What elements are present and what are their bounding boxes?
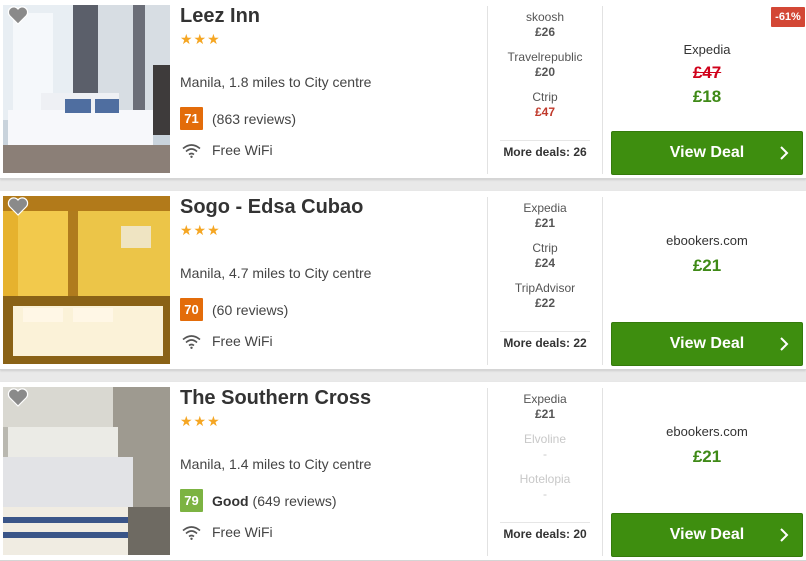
star-rating: ★★★ xyxy=(180,32,221,48)
more-deals-link[interactable]: More deals: 26 xyxy=(495,145,595,159)
score-badge: 71 xyxy=(180,107,203,130)
deal-item: Hotelopia - xyxy=(495,472,595,512)
amenity-row: Free WiFi xyxy=(182,524,273,540)
deal-provider: TripAdvisor xyxy=(514,281,576,295)
deal-price: £20 xyxy=(534,65,556,79)
hotel-card: Leez Inn ★★★ Manila, 1.8 miles to City c… xyxy=(0,0,806,179)
deals-list: Expedia £21 Ctrip £24 TripAdvisor £22 xyxy=(495,201,595,321)
best-price: £21 xyxy=(692,447,722,466)
deal-provider: Hotelopia xyxy=(519,472,571,486)
deal-price: £47 xyxy=(534,105,556,119)
deal-item[interactable]: Expedia £21 xyxy=(495,392,595,432)
deal-provider: Ctrip xyxy=(532,90,558,104)
heart-icon[interactable] xyxy=(7,196,29,216)
old-price: £47 xyxy=(692,63,722,82)
hotel-photo[interactable] xyxy=(3,387,170,555)
star-rating: ★★★ xyxy=(180,414,221,430)
view-deal-button[interactable]: View Deal xyxy=(611,322,803,366)
deal-item[interactable]: Ctrip £24 xyxy=(495,241,595,281)
deal-price: - xyxy=(543,487,547,501)
amenity-row: Free WiFi xyxy=(182,333,273,349)
rating-row: 70 (60 reviews) xyxy=(180,298,288,321)
deal-item[interactable]: Expedia £21 xyxy=(495,201,595,241)
amenity-label: Free WiFi xyxy=(212,333,273,349)
hotel-name[interactable]: Sogo - Edsa Cubao xyxy=(180,196,363,219)
hotel-card: The Southern Cross ★★★ Manila, 1.4 miles… xyxy=(0,382,806,561)
hotel-location: Manila, 1.4 miles to City centre xyxy=(180,456,372,472)
score-badge: 79 xyxy=(180,489,203,512)
chevron-right-icon xyxy=(780,528,789,542)
chevron-right-icon xyxy=(780,337,789,351)
heart-icon[interactable] xyxy=(7,387,29,407)
deal-provider: Expedia xyxy=(523,201,567,215)
deal-price: - xyxy=(543,447,547,461)
deal-item[interactable]: Ctrip £47 xyxy=(495,90,595,130)
wifi-icon xyxy=(182,334,201,349)
amenity-label: Free WiFi xyxy=(212,524,273,540)
heart-icon[interactable] xyxy=(7,5,29,25)
best-deal: ebookers.com £21 xyxy=(611,424,803,467)
deal-item: Elvoline - xyxy=(495,432,595,472)
deal-provider: skoosh xyxy=(525,10,565,24)
hotel-card: Sogo - Edsa Cubao ★★★ Manila, 4.7 miles … xyxy=(0,191,806,370)
divider xyxy=(487,388,488,556)
wifi-icon xyxy=(182,143,201,158)
score-label: Good xyxy=(212,492,249,509)
best-price: £21 xyxy=(692,256,722,275)
view-deal-button[interactable]: View Deal xyxy=(611,513,803,557)
review-count[interactable]: (649 reviews) xyxy=(253,493,337,509)
wifi-icon xyxy=(182,525,201,540)
amenity-row: Free WiFi xyxy=(182,142,273,158)
best-deal: ebookers.com £21 xyxy=(611,233,803,276)
deal-provider: Ctrip xyxy=(532,241,558,255)
best-deal: Expedia £47 £18 xyxy=(611,42,803,107)
hotel-photo[interactable] xyxy=(3,5,170,173)
deal-item[interactable]: Travelrepublic £20 xyxy=(495,50,595,90)
hotel-photo[interactable] xyxy=(3,196,170,364)
review-count[interactable]: (60 reviews) xyxy=(212,302,288,318)
view-deal-button[interactable]: View Deal xyxy=(611,131,803,175)
divider xyxy=(602,388,603,556)
deal-provider: Expedia xyxy=(523,392,567,406)
view-deal-label: View Deal xyxy=(669,526,745,543)
discount-badge: -61% xyxy=(771,7,805,27)
deal-provider: Elvoline xyxy=(523,432,567,446)
deal-price: £22 xyxy=(534,296,556,310)
deals-list: skoosh £26 Travelrepublic £20 Ctrip £47 xyxy=(495,10,595,130)
divider xyxy=(500,522,590,523)
divider xyxy=(487,197,488,365)
best-deal-provider: Expedia xyxy=(683,42,731,57)
more-deals-link[interactable]: More deals: 22 xyxy=(495,336,595,350)
rating-row: 71 (863 reviews) xyxy=(180,107,296,130)
view-deal-label: View Deal xyxy=(669,335,745,352)
divider xyxy=(500,331,590,332)
divider xyxy=(500,140,590,141)
deal-item[interactable]: skoosh £26 xyxy=(495,10,595,50)
deals-list: Expedia £21 Elvoline - Hotelopia - xyxy=(495,392,595,512)
best-deal-provider: ebookers.com xyxy=(666,233,748,248)
divider xyxy=(602,6,603,174)
hotel-location: Manila, 4.7 miles to City centre xyxy=(180,265,372,281)
more-deals-link[interactable]: More deals: 20 xyxy=(495,527,595,541)
rating-row: 79 Good (649 reviews) xyxy=(180,489,337,512)
deal-item[interactable]: TripAdvisor £22 xyxy=(495,281,595,321)
hotel-name[interactable]: The Southern Cross xyxy=(180,387,371,410)
review-count[interactable]: (863 reviews) xyxy=(212,111,296,127)
deal-price: £24 xyxy=(534,256,556,270)
best-price: £18 xyxy=(692,87,722,106)
deal-price: £26 xyxy=(534,25,556,39)
best-deal-provider: ebookers.com xyxy=(666,424,748,439)
deal-price: £21 xyxy=(534,407,556,421)
amenity-label: Free WiFi xyxy=(212,142,273,158)
hotel-name[interactable]: Leez Inn xyxy=(180,5,260,28)
view-deal-label: View Deal xyxy=(669,144,745,161)
divider xyxy=(602,197,603,365)
score-badge: 70 xyxy=(180,298,203,321)
deal-price: £21 xyxy=(534,216,556,230)
chevron-right-icon xyxy=(780,146,789,160)
divider xyxy=(487,6,488,174)
hotel-location: Manila, 1.8 miles to City centre xyxy=(180,74,372,90)
star-rating: ★★★ xyxy=(180,223,221,239)
deal-provider: Travelrepublic xyxy=(507,50,583,64)
